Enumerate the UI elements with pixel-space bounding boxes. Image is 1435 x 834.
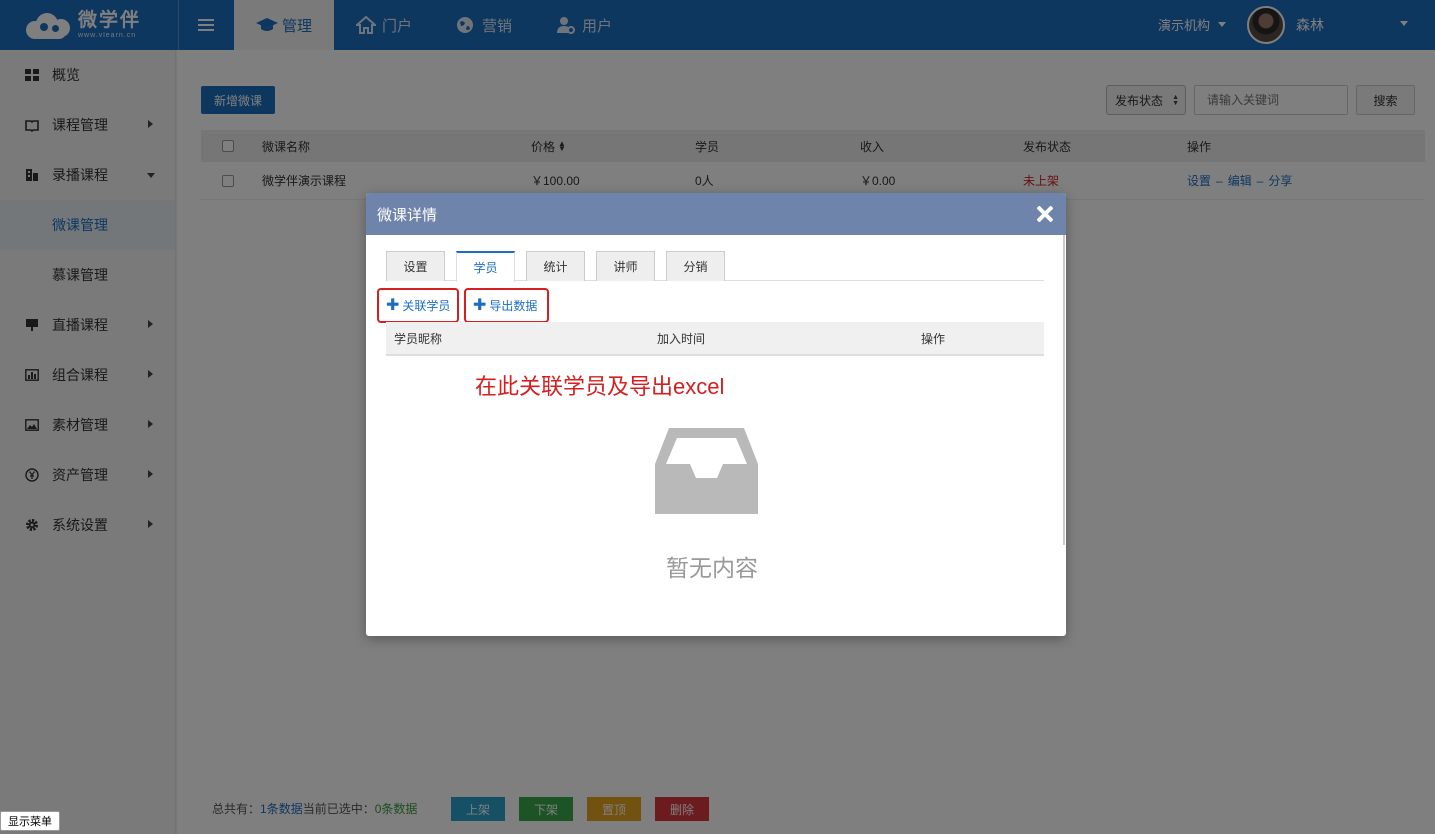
col-join-time: 加入时间: [657, 331, 706, 346]
link-student-button[interactable]: ✚ 关联学员: [377, 288, 459, 323]
tab-teacher[interactable]: 讲师: [596, 251, 655, 281]
empty-state-text: 暂无内容: [666, 555, 758, 581]
close-icon[interactable]: [1034, 203, 1056, 225]
tab-distribution[interactable]: 分销: [666, 251, 725, 281]
inbox-icon: [655, 428, 758, 514]
modal-header: 微课详情: [366, 193, 1066, 235]
modal-tabs: 设置 学员 统计 讲师 分销: [386, 251, 1044, 282]
annotation-text: 在此关联学员及导出excel: [475, 374, 725, 399]
tab-students[interactable]: 学员: [456, 251, 515, 282]
course-detail-modal: 微课详情 设置 学员 统计 讲师 分销 ✚ 关联学员 ✚ 导出数据 学员昵称 加…: [366, 193, 1066, 636]
show-menu-button[interactable]: 显示菜单: [0, 811, 60, 831]
export-data-label: 导出数据: [489, 299, 538, 313]
tab-stats[interactable]: 统计: [526, 251, 585, 281]
link-student-label: 关联学员: [402, 299, 451, 313]
col-nickname: 学员昵称: [394, 331, 443, 346]
tab-settings[interactable]: 设置: [386, 251, 445, 281]
student-table-header: 学员昵称 加入时间 操作: [386, 322, 1044, 356]
export-data-button[interactable]: ✚ 导出数据: [464, 288, 549, 323]
col-ops: 操作: [921, 331, 946, 346]
plus-icon: ✚: [473, 296, 487, 314]
scrollbar[interactable]: [1063, 235, 1065, 545]
plus-icon: ✚: [386, 296, 400, 314]
modal-title: 微课详情: [377, 206, 438, 224]
